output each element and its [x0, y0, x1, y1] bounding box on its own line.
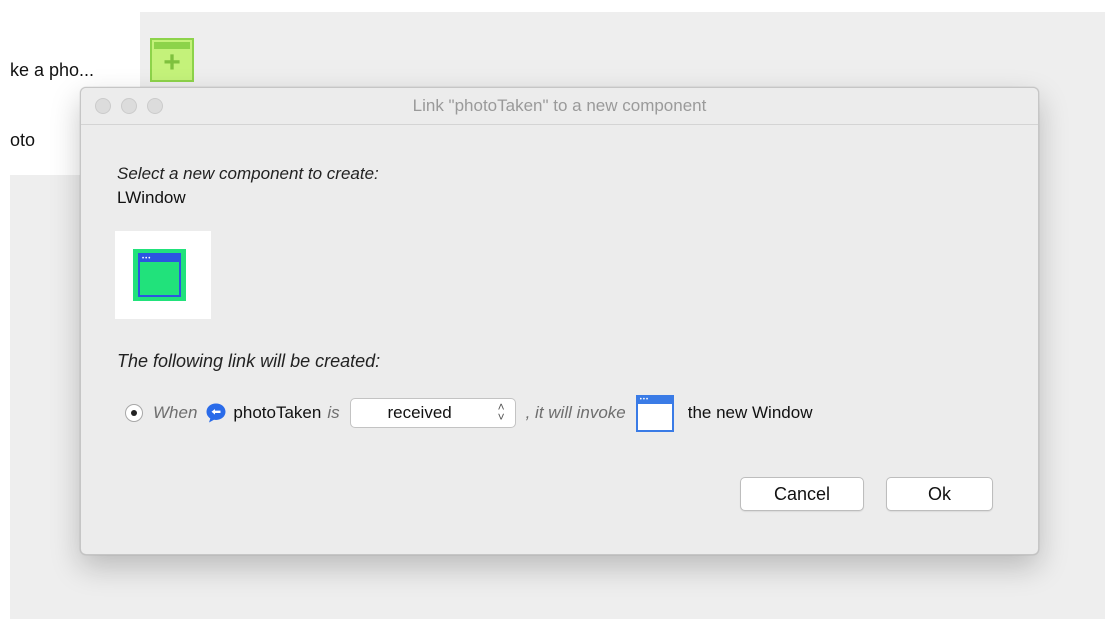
window-add-icon[interactable]: +: [150, 38, 194, 82]
invoke-label: , it will invoke: [525, 403, 626, 422]
cancel-button[interactable]: Cancel: [740, 477, 864, 511]
message-bubble-icon: [206, 403, 226, 423]
window-icon: •••: [133, 249, 186, 301]
event-state-select[interactable]: received ˄ ˅: [349, 398, 516, 428]
chevron-updown-icon: ˄ ˅: [497, 400, 505, 424]
when-label: When: [153, 403, 198, 422]
link-option-row: When photoTaken is received ˄ ˅ , it will…: [125, 393, 812, 433]
component-name: LWindow: [117, 188, 186, 207]
panel-text-1: ke a pho...: [10, 60, 95, 80]
window-icon: •••: [635, 394, 674, 432]
component-tile[interactable]: •••: [115, 231, 211, 319]
link-option-radio[interactable]: [125, 404, 143, 422]
panel-text-2: oto: [10, 130, 36, 150]
select-component-label: Select a new component to create:: [117, 164, 379, 183]
event-name: photoTaken: [233, 403, 322, 422]
event-state-value: received: [387, 403, 452, 422]
link-prompt-label: The following link will be created:: [117, 351, 381, 371]
ok-button[interactable]: Ok: [886, 477, 993, 511]
link-dialog: Link "photoTaken" to a new component Sel…: [80, 87, 1039, 555]
is-label: is: [327, 403, 340, 422]
link-target: the new Window: [687, 403, 813, 422]
screen: ke a pho... oto + Link "photoTaken" to a…: [0, 0, 1105, 619]
dialog-content: Select a new component to create: LWindo…: [115, 88, 1018, 554]
